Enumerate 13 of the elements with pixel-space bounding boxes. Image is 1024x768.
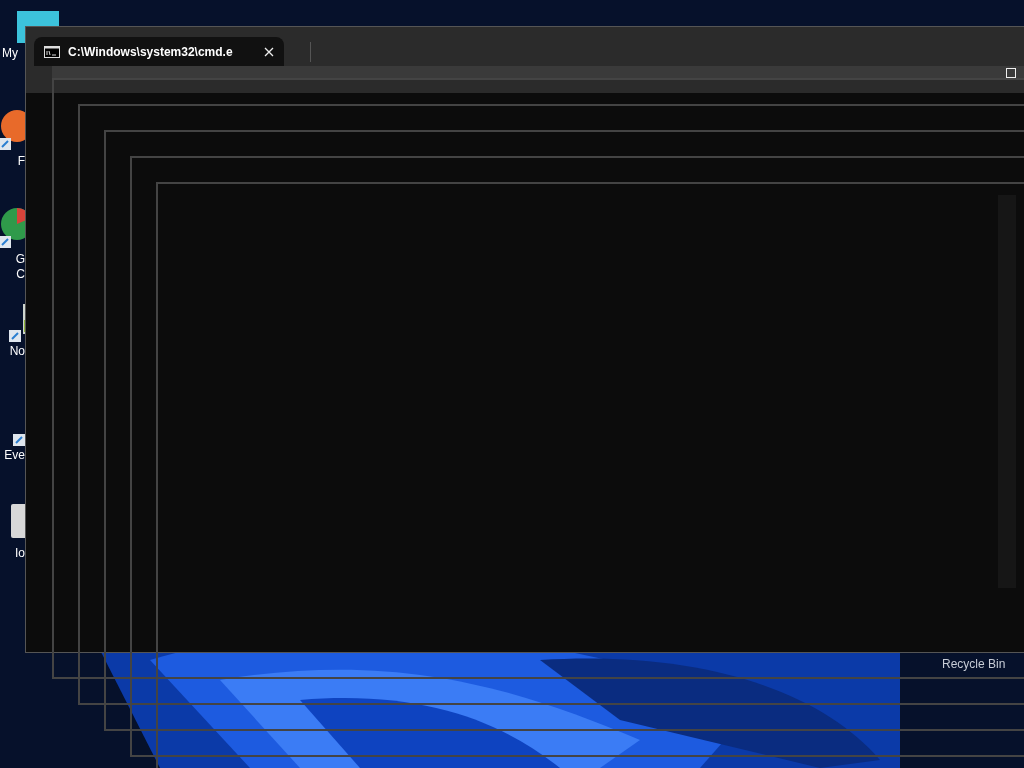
maximize-icon[interactable] [1006,68,1016,78]
icon-label: My [2,46,18,61]
close-icon[interactable] [264,46,274,57]
shortcut-arrow-icon [13,434,25,446]
desktop-icon-label: Recycle Bin [942,657,1006,671]
terminal-icon [44,45,60,58]
icon-label: F [17,154,25,169]
icon-label: No [9,344,25,359]
terminal-tab[interactable]: C:\Windows\system32\cmd.e [34,37,284,66]
icon-label: Io [15,546,25,561]
icon-label: G [15,252,25,267]
icon-label: C [16,267,25,282]
icon-label: Eve [4,448,25,463]
